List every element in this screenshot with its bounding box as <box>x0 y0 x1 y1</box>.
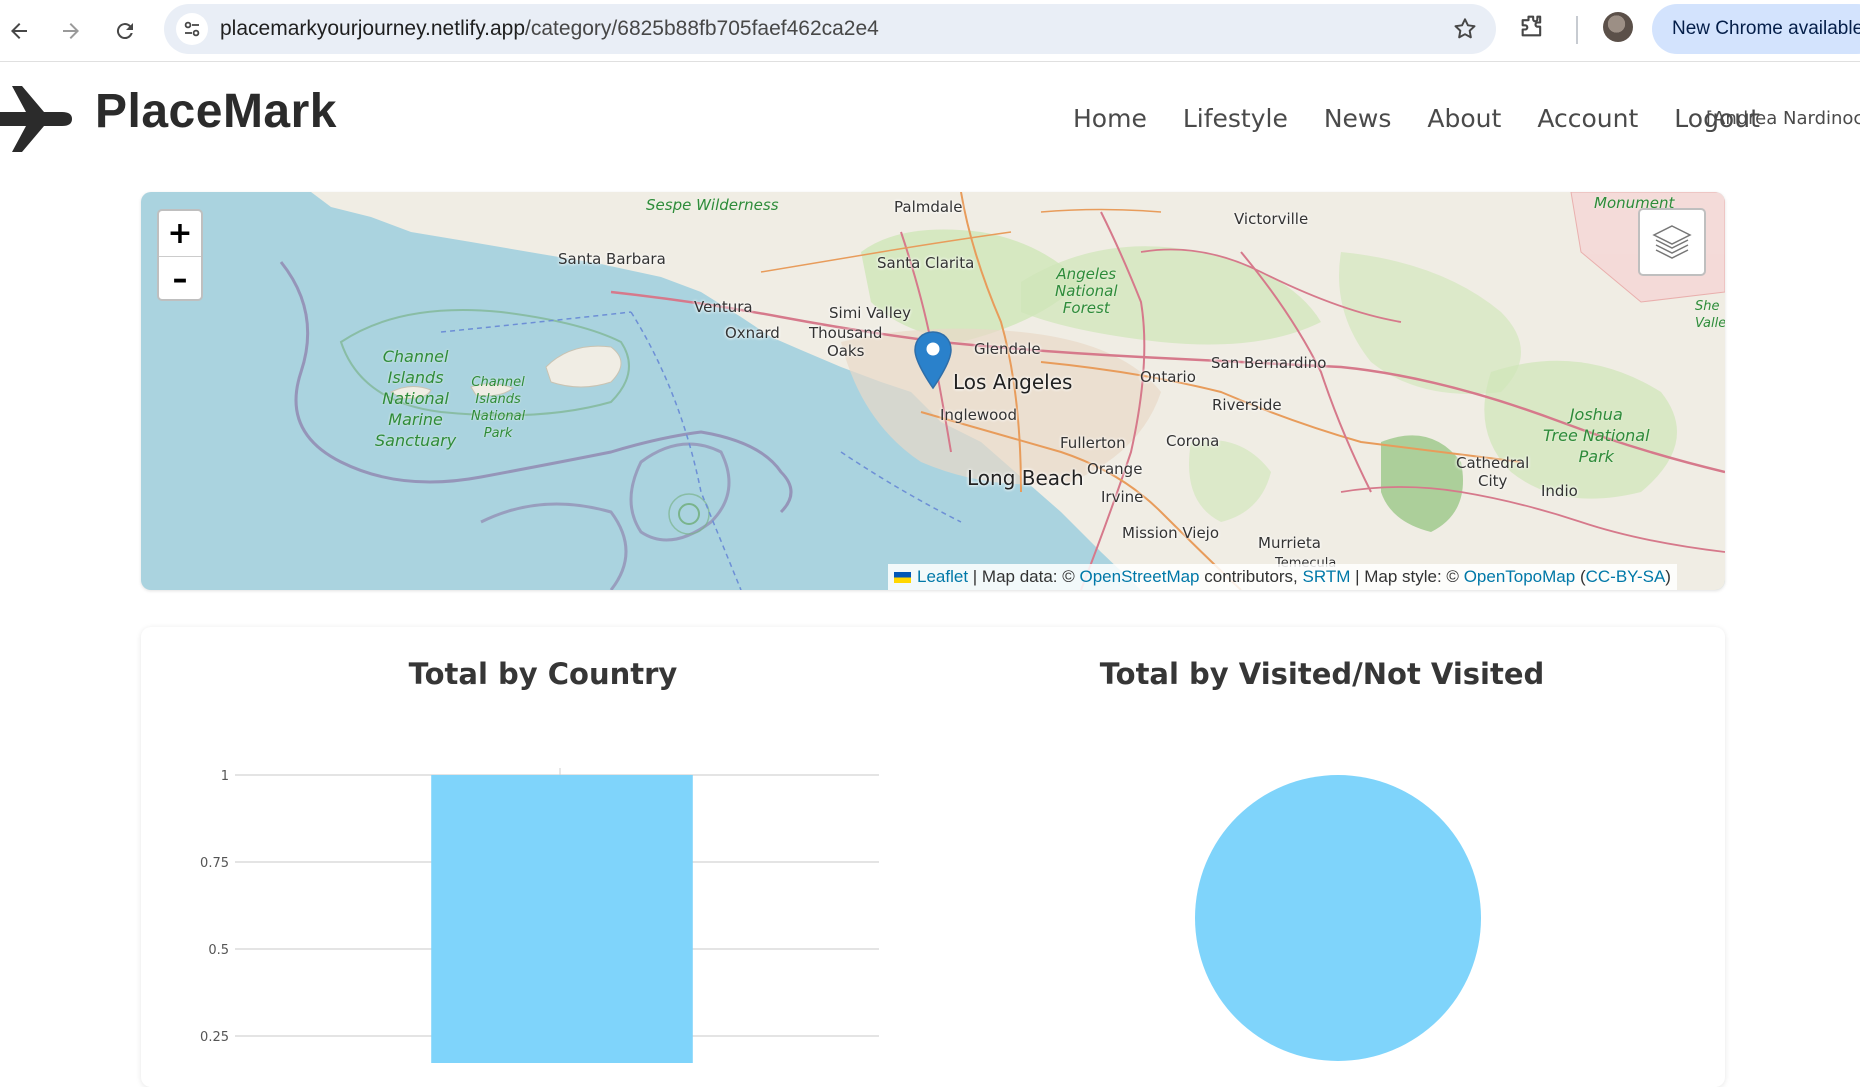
map-label: Channel Islands National Park <box>471 375 526 441</box>
pie-slice <box>1195 775 1481 1061</box>
toolbar-divider <box>1576 16 1578 44</box>
map-label: Santa Clarita <box>877 254 975 272</box>
map-label: Cathedral City <box>1456 454 1530 490</box>
bar-y-tick-label: 0.75 <box>200 856 229 871</box>
back-icon[interactable] <box>2 14 36 48</box>
nav-lifestyle[interactable]: Lifestyle <box>1183 104 1288 133</box>
map-label: Glendale <box>974 340 1041 358</box>
attribution-text: contributors, <box>1199 567 1303 586</box>
attribution-text: | Map data: © <box>968 567 1080 586</box>
map-container[interactable]: Sespe Wilderness Palmdale Victorville Mo… <box>141 192 1725 590</box>
leaflet-link[interactable]: Leaflet <box>917 567 968 587</box>
map-attribution: Leaflet | Map data: © OpenStreetMap cont… <box>888 564 1677 590</box>
map-label: Inglewood <box>940 406 1017 424</box>
map-label: Victorville <box>1234 210 1309 228</box>
map-label: Sespe Wilderness <box>646 196 779 214</box>
nav-account[interactable]: Account <box>1537 104 1638 133</box>
map-label: Riverside <box>1212 396 1282 414</box>
nav-user-name: [Andrea Nardinocch <box>1706 108 1860 129</box>
map-label: Santa Barbara <box>558 250 666 268</box>
map-label: Los Angeles <box>953 370 1073 394</box>
forward-icon[interactable] <box>54 14 88 48</box>
site-navbar: PlaceMark Home Lifestyle News About Acco… <box>0 62 1860 172</box>
ukraine-flag-icon <box>894 571 911 583</box>
nav-links: Home Lifestyle News About Account Logout <box>1073 104 1796 133</box>
map-label: San Bernardino <box>1211 354 1327 372</box>
attribution-text: | Map style: © <box>1350 567 1464 586</box>
brand-name[interactable]: PlaceMark <box>95 84 337 139</box>
map-label: Joshua Tree National Park <box>1543 405 1650 466</box>
bar-y-tick-label: 1 <box>221 769 229 784</box>
map-label: Indio <box>1541 482 1578 500</box>
nav-home[interactable]: Home <box>1073 104 1147 133</box>
srtm-link[interactable]: SRTM <box>1303 567 1351 587</box>
extensions-icon[interactable] <box>1518 12 1546 45</box>
map-label: Ventura <box>694 298 753 316</box>
map-label: Orange <box>1087 460 1143 478</box>
map-label: Mission Viejo <box>1122 524 1220 542</box>
profile-avatar[interactable] <box>1603 12 1633 42</box>
site-info-icon[interactable] <box>176 13 208 45</box>
map-label: Channel Islands National Marine Sanctuar… <box>375 347 457 450</box>
zoom-out-button[interactable]: – <box>159 257 201 302</box>
map-label: Corona <box>1166 432 1220 450</box>
charts-card: Total by Country Total by Visited/Not Vi… <box>141 627 1725 1087</box>
license-link[interactable]: CC-BY-SA <box>1586 567 1666 587</box>
browser-toolbar: placemarkyourjourney.netlify.app/categor… <box>0 0 1860 62</box>
zoom-control: + – <box>157 209 203 301</box>
url-text[interactable]: placemarkyourjourney.netlify.app/categor… <box>220 17 879 41</box>
map-label: Irvine <box>1101 488 1144 506</box>
osm-link[interactable]: OpenStreetMap <box>1080 567 1200 587</box>
bar-y-tick-label: 0.5 <box>208 943 229 958</box>
map-label: Ontario <box>1140 368 1196 386</box>
map-label: Oxnard <box>725 324 780 342</box>
attribution-text: ) <box>1665 567 1671 586</box>
map-label: Palmdale <box>894 198 963 216</box>
url-path: /category/6825b88fb705faef462ca2e4 <box>525 17 879 40</box>
map-label: Murrieta <box>1258 534 1321 552</box>
chrome-update-button[interactable]: New Chrome available <box>1652 4 1860 54</box>
map-label: Long Beach <box>967 466 1084 490</box>
charts-canvas: 1 0.75 0.5 0.25 <box>200 768 1481 1063</box>
attribution-text: ( <box>1575 567 1586 586</box>
map-label: Fullerton <box>1060 434 1126 452</box>
airplane-icon[interactable] <box>0 82 76 161</box>
bookmark-star-icon[interactable] <box>1452 16 1478 47</box>
nav-news[interactable]: News <box>1324 104 1392 133</box>
nav-about[interactable]: About <box>1427 104 1501 133</box>
url-host: placemarkyourjourney.netlify.app <box>220 17 526 40</box>
address-bar[interactable]: placemarkyourjourney.netlify.app/categor… <box>164 4 1496 54</box>
layers-icon[interactable] <box>1638 208 1706 276</box>
bar-y-tick-label: 0.25 <box>200 1030 229 1045</box>
map-marker-icon[interactable] <box>913 330 953 395</box>
bar-mark <box>431 775 693 1063</box>
reload-icon[interactable] <box>108 14 142 48</box>
zoom-in-button[interactable]: + <box>159 211 201 257</box>
map-label: She Valley <box>1695 299 1725 331</box>
map-label: Angeles National Forest <box>1055 265 1118 317</box>
opentopomap-link[interactable]: OpenTopoMap <box>1464 567 1576 587</box>
map-label: Thousand Oaks <box>809 324 883 360</box>
map-label: Simi Valley <box>829 304 911 322</box>
